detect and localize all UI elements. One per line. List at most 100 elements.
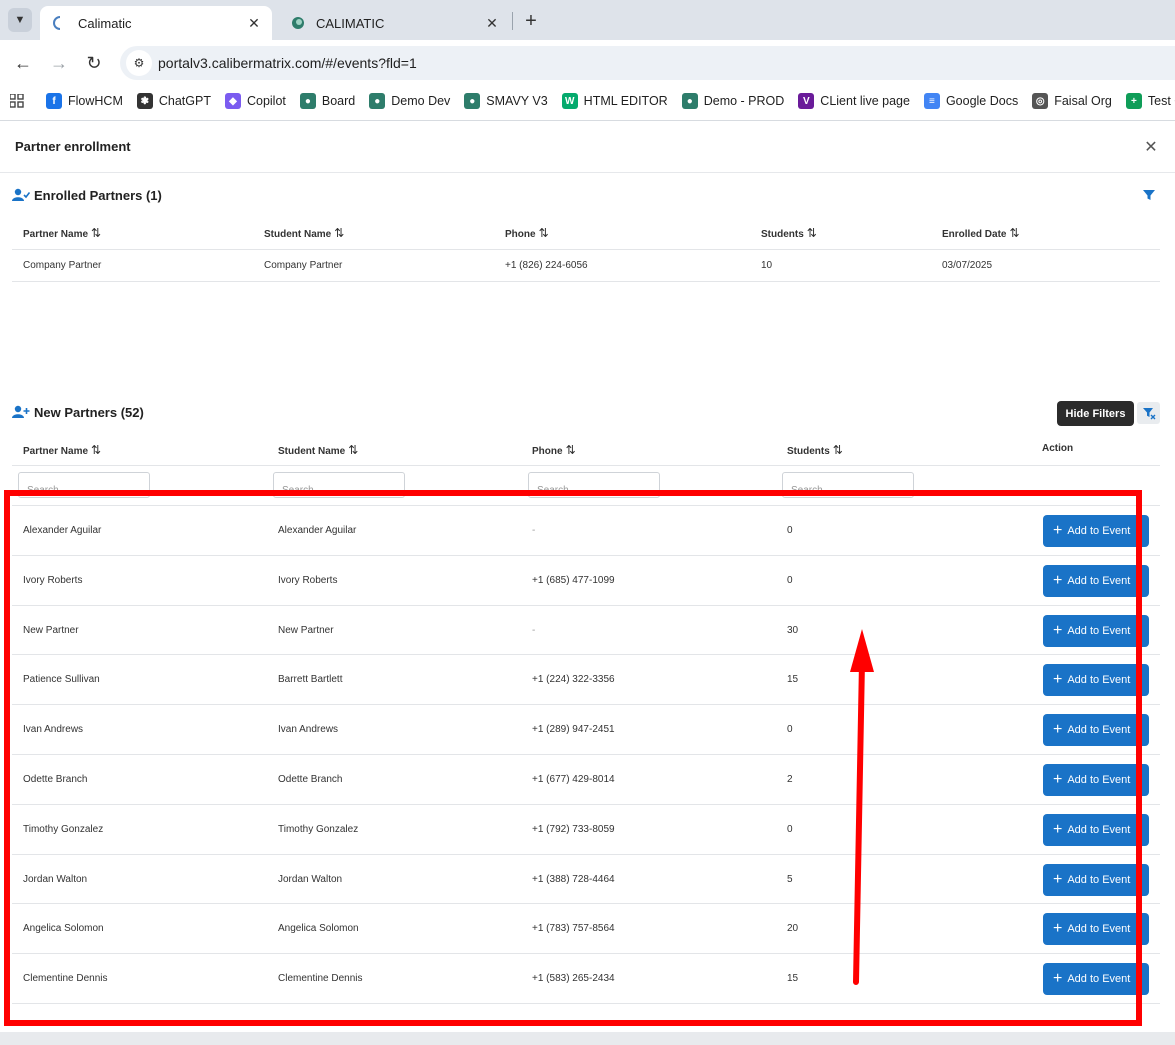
- bookmark-item[interactable]: ● Demo Dev: [369, 93, 450, 109]
- column-header-phone[interactable]: Phone ⇅: [532, 443, 576, 457]
- column-header-partner-name[interactable]: Partner Name ⇅: [23, 226, 101, 240]
- enrolled-date-cell: 03/07/2025: [942, 260, 993, 271]
- tab-calimatic-2[interactable]: CALIMATIC ✕: [278, 6, 510, 40]
- partner-name-cell: Alexander Aguilar: [23, 525, 102, 536]
- toggle-filters-button[interactable]: [1137, 402, 1160, 424]
- google-sheets-icon: +: [1125, 93, 1142, 109]
- phone-cell: +1 (826) 224-6056: [505, 260, 588, 271]
- add-to-event-button[interactable]: + Add to Event: [1043, 614, 1149, 647]
- column-header-students[interactable]: Students ⇅: [787, 443, 843, 457]
- partner-name-cell: Ivory Roberts: [23, 574, 83, 586]
- address-bar[interactable]: ⚙ portalv3.calibermatrix.com/#/events?fl…: [120, 46, 1175, 80]
- google-docs-icon: ≡: [923, 93, 940, 109]
- row-divider: [12, 1003, 1160, 1004]
- bookmark-label: SMAVY V3: [486, 94, 548, 108]
- apps-grid-icon[interactable]: [10, 91, 24, 111]
- partner-name-cell: Angelica Solomon: [23, 923, 104, 935]
- column-header-student-name[interactable]: Student Name ⇅: [278, 443, 358, 457]
- column-header-phone[interactable]: Phone ⇅: [505, 226, 549, 240]
- add-to-event-button[interactable]: + Add to Event: [1043, 564, 1149, 597]
- new-tab-icon[interactable]: +: [520, 10, 542, 32]
- add-to-event-button[interactable]: + Add to Event: [1043, 813, 1149, 846]
- column-header-students[interactable]: Students ⇅: [761, 226, 817, 240]
- row-divider: [12, 953, 1160, 955]
- plus-icon: +: [1053, 671, 1063, 689]
- add-to-event-button[interactable]: + Add to Event: [1043, 664, 1149, 697]
- w3-icon: W: [561, 93, 578, 109]
- sort-icon: ⇅: [832, 443, 843, 457]
- phone-search-input[interactable]: Search: [528, 472, 660, 498]
- add-to-event-label: Add to Event: [1067, 525, 1131, 537]
- add-to-event-button[interactable]: + Add to Event: [1043, 764, 1149, 796]
- bookmark-item[interactable]: V CLient live page: [798, 93, 910, 109]
- bookmark-item[interactable]: ● SMAVY V3: [464, 93, 548, 109]
- bookmark-item[interactable]: ❃ ChatGPT: [136, 93, 211, 109]
- tab-calimatic[interactable]: Calimatic ✕: [40, 6, 272, 40]
- bookmark-item[interactable]: ≡ Google Docs: [923, 93, 1018, 109]
- bookmark-item[interactable]: f FlowHCM: [46, 93, 123, 109]
- phone-cell: +1 (289) 947-2451: [532, 724, 615, 736]
- partner-name-search-input[interactable]: Search: [18, 472, 150, 498]
- enrolled-partners-heading: Enrolled Partners (1): [12, 187, 162, 203]
- phone-cell: -: [532, 624, 536, 636]
- students-cell: 0: [787, 574, 793, 586]
- bookmark-item[interactable]: W HTML EDITOR: [561, 93, 668, 109]
- url-text: portalv3.calibermatrix.com/#/events?fld=…: [158, 55, 417, 71]
- add-to-event-button[interactable]: + Add to Event: [1043, 963, 1149, 996]
- column-header-enrolled-date[interactable]: Enrolled Date ⇅: [942, 226, 1020, 240]
- new-partners-title: New Partners (52): [34, 404, 144, 420]
- row-divider: [12, 853, 1160, 855]
- bookmark-item[interactable]: ◎ Faisal Org: [1032, 93, 1112, 109]
- close-tab-icon[interactable]: ✕: [482, 13, 502, 33]
- bookmark-label: Demo Dev: [391, 94, 451, 108]
- add-to-event-label: Add to Event: [1067, 873, 1131, 886]
- bookmark-item[interactable]: ◆ Copilot: [224, 93, 286, 109]
- close-icon[interactable]: ✕: [1142, 138, 1160, 156]
- add-to-event-button[interactable]: + Add to Event: [1043, 714, 1149, 747]
- filter-icon[interactable]: [1141, 187, 1157, 203]
- close-tab-icon[interactable]: ✕: [244, 13, 264, 33]
- phone-cell: +1 (783) 757-8564: [532, 923, 615, 935]
- student-name-cell: Odette Branch: [278, 774, 343, 785]
- tab-search-icon[interactable]: ▼: [8, 8, 32, 32]
- reload-icon[interactable]: ↻: [81, 50, 107, 76]
- calimatic-favicon-icon: [290, 15, 306, 31]
- site-settings-icon[interactable]: ⚙: [126, 50, 152, 76]
- enrolled-partners-title: Enrolled Partners (1): [34, 187, 162, 203]
- student-name-cell: Alexander Aguilar: [278, 525, 357, 536]
- phone-cell: +1 (677) 429-8014: [532, 774, 615, 785]
- bookmark-item[interactable]: ● Demo - PROD: [681, 93, 785, 109]
- column-header-partner-name[interactable]: Partner Name ⇅: [23, 443, 101, 457]
- add-to-event-label: Add to Event: [1067, 724, 1131, 737]
- tab-divider: [512, 12, 513, 30]
- add-to-event-button[interactable]: + Add to Event: [1043, 913, 1149, 946]
- copilot-icon: ◆: [224, 93, 241, 109]
- globe-icon: ◎: [1032, 93, 1049, 109]
- back-icon[interactable]: ←: [10, 50, 36, 76]
- students-search-input[interactable]: Search: [782, 472, 914, 498]
- students-cell: 30: [787, 624, 799, 636]
- add-to-event-button[interactable]: + Add to Event: [1043, 515, 1149, 547]
- enrolled-partners-table: Partner Name ⇅ Student Name ⇅ Phone ⇅ Stude…: [12, 215, 1160, 285]
- bookmark-label: Faisal Org: [1054, 94, 1112, 108]
- plus-icon: +: [1053, 721, 1063, 739]
- students-cell: 0: [787, 823, 793, 835]
- new-partners-table: Partner Name ⇅ Student Name ⇅ Phone ⇅ Stude…: [12, 432, 1160, 1032]
- filter-clear-icon: [1142, 408, 1155, 420]
- students-cell: 20: [787, 923, 799, 935]
- add-to-event-label: Add to Event: [1067, 774, 1131, 786]
- bookmark-label: Demo - PROD: [703, 94, 785, 108]
- forward-icon[interactable]: →: [46, 50, 72, 76]
- bookmark-label: Copilot: [246, 94, 286, 108]
- sort-icon: ⇅: [565, 443, 576, 457]
- plus-icon: +: [1053, 970, 1063, 988]
- add-to-event-button[interactable]: + Add to Event: [1043, 863, 1149, 896]
- bookmark-item[interactable]: + Test Cas: [1125, 93, 1175, 109]
- browser-toolbar: ← → ↻ ⚙ portalv3.calibermatrix.com/#/eve…: [0, 40, 1175, 86]
- column-header-student-name[interactable]: Student Name ⇅: [264, 226, 344, 240]
- row-divider: [12, 754, 1160, 755]
- row-divider: [12, 803, 1160, 805]
- student-name-search-input[interactable]: Search: [273, 472, 405, 498]
- bookmark-item[interactable]: ● Board: [299, 93, 355, 109]
- student-name-cell: Timothy Gonzalez: [278, 823, 359, 835]
